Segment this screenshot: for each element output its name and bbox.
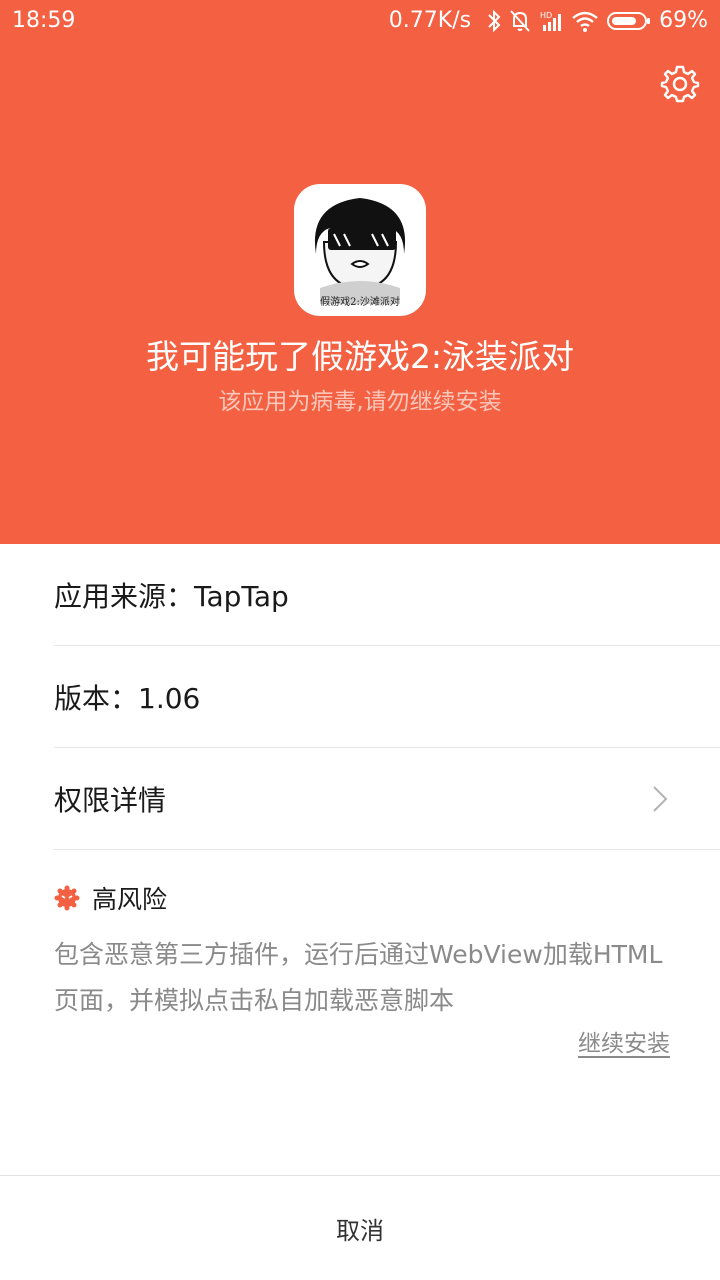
risk-level-label: 高风险	[92, 885, 168, 914]
status-right-group: 0.77K/s HD 69%	[389, 8, 708, 33]
permission-details-label: 权限详情	[54, 783, 167, 817]
virus-warning: 该应用为病毒,请勿继续安装	[218, 389, 502, 415]
bluetooth-icon	[488, 9, 501, 32]
hd-signal-icon: HD	[540, 11, 562, 31]
svg-text:HD: HD	[540, 11, 552, 20]
header-banner: 18:59 0.77K/s HD 69% 假游戏2:沙滩派对 我可能玩了假游戏2…	[0, 0, 720, 544]
status-bar: 18:59 0.77K/s HD 69%	[0, 0, 720, 42]
gear-icon[interactable]	[660, 64, 700, 104]
app-icon-caption: 假游戏2:沙滩派对	[320, 297, 400, 308]
permission-details-row[interactable]: 权限详情	[54, 748, 720, 850]
app-source-text: 应用来源：TapTap	[54, 579, 289, 613]
network-speed: 0.77K/s	[388, 8, 472, 33]
risk-level: 高风险	[54, 880, 167, 916]
cancel-label: 取消	[336, 1216, 384, 1245]
status-time: 18:59	[12, 8, 76, 33]
wifi-icon	[572, 11, 598, 32]
app-icon: 假游戏2:沙滩派对	[294, 184, 426, 316]
cancel-button[interactable]: 取消	[0, 1175, 720, 1280]
battery-percent: 69%	[659, 8, 708, 33]
continue-install-link[interactable]: 继续安装	[578, 1024, 670, 1058]
app-source-row: 应用来源：TapTap	[54, 544, 720, 646]
version-text: 版本：1.06	[54, 681, 201, 715]
risk-description: 包含恶意第三方插件，运行后通过WebView加载HTML页面，并模拟点击私自加载…	[54, 940, 663, 1015]
mute-icon	[510, 9, 530, 32]
risk-bug-icon	[54, 885, 80, 911]
battery-icon	[607, 11, 651, 30]
chevron-right-icon	[653, 786, 668, 812]
app-name: 我可能玩了假游戏2:泳装派对	[145, 337, 575, 376]
version-row: 版本：1.06	[54, 646, 720, 748]
